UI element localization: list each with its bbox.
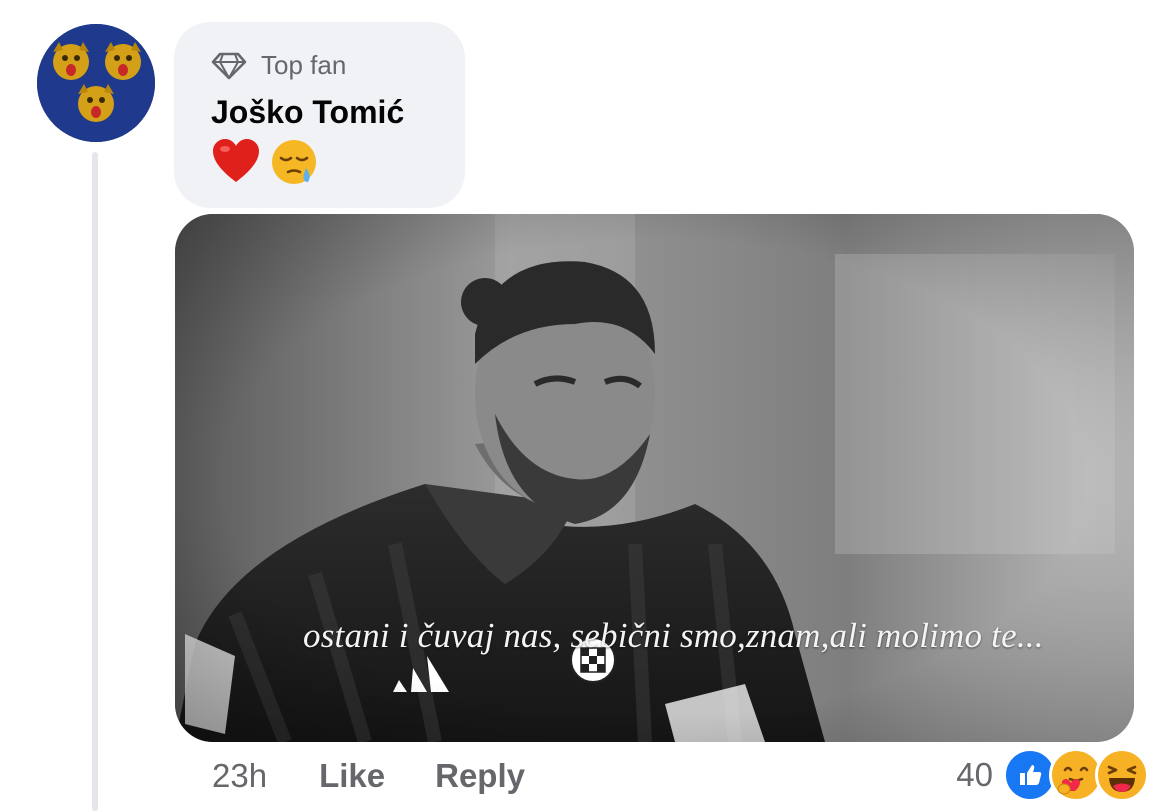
comment-bubble: Top fan Joško Tomić xyxy=(174,22,465,208)
profile-avatar[interactable] xyxy=(37,24,155,142)
thread-line xyxy=(92,152,98,811)
diamond-icon xyxy=(211,52,247,79)
leopard-head-icon xyxy=(53,42,89,80)
reaction-summary[interactable]: 40 xyxy=(956,748,1149,802)
top-fan-label: Top fan xyxy=(261,50,347,80)
author-name[interactable]: Joško Tomić xyxy=(211,94,404,131)
comment-thread: Top fan Joško Tomić ostani i čuvaj nas, … xyxy=(0,0,1169,811)
reply-button[interactable]: Reply xyxy=(435,757,525,795)
heart-emoji-icon xyxy=(213,139,259,182)
image-caption: ostani i čuvaj nas, sebični smo,znam,ali… xyxy=(303,616,1044,655)
reaction-count: 40 xyxy=(956,756,993,793)
coat-of-arms-icon xyxy=(37,24,155,142)
footballer-photo xyxy=(175,214,1134,742)
like-button[interactable]: Like xyxy=(319,757,385,795)
comment-timestamp[interactable]: 23h xyxy=(212,757,267,795)
reaction-icons xyxy=(1003,748,1149,802)
comment-image[interactable]: ostani i čuvaj nas, sebični smo,znam,ali… xyxy=(175,214,1134,742)
leopard-head-icon xyxy=(78,84,114,122)
leopard-head-icon xyxy=(105,42,141,80)
sleepy-face-emoji-icon xyxy=(272,140,316,184)
top-fan-badge[interactable]: Top fan xyxy=(211,50,346,81)
comment-text xyxy=(212,138,318,186)
comment-actions: 23h Like Reply xyxy=(212,757,525,795)
haha-reaction-icon xyxy=(1095,748,1149,802)
